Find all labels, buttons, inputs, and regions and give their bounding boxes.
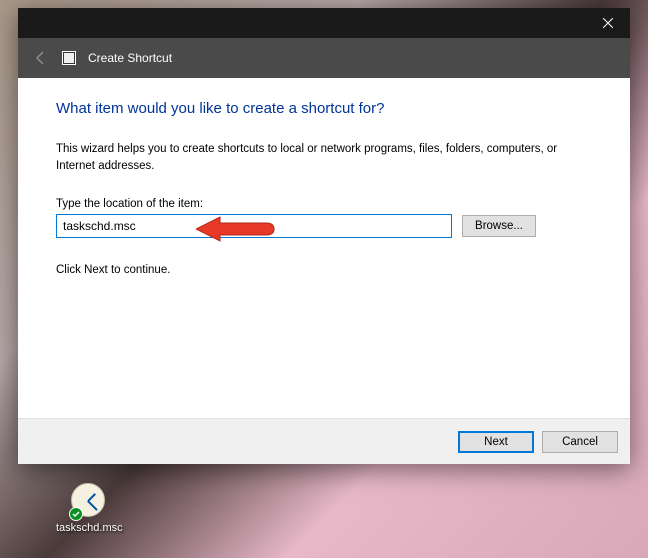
dialog-title: Create Shortcut — [88, 51, 172, 65]
next-button[interactable]: Next — [458, 431, 534, 453]
shortcut-icon — [62, 51, 76, 65]
desktop-shortcut[interactable]: taskschd.msc — [56, 483, 123, 534]
location-label: Type the location of the item: — [56, 198, 592, 210]
close-icon — [603, 18, 613, 28]
check-badge-icon — [69, 507, 83, 521]
pointer-arrow-icon — [196, 214, 276, 244]
browse-button[interactable]: Browse... — [462, 215, 536, 237]
taskscheduler-icon — [71, 483, 107, 519]
desktop-icon-label: taskschd.msc — [56, 522, 123, 534]
page-heading: What item would you like to create a sho… — [56, 100, 592, 117]
location-row: Browse... — [56, 214, 592, 238]
cancel-button[interactable]: Cancel — [542, 431, 618, 453]
back-icon[interactable] — [32, 49, 50, 67]
create-shortcut-dialog: Create Shortcut What item would you like… — [18, 8, 630, 464]
dialog-header: Create Shortcut — [18, 38, 630, 78]
titlebar — [18, 8, 630, 38]
close-button[interactable] — [585, 8, 630, 38]
dialog-content: What item would you like to create a sho… — [18, 78, 630, 418]
continue-text: Click Next to continue. — [56, 264, 592, 276]
dialog-footer: Next Cancel — [18, 418, 630, 464]
description-text: This wizard helps you to create shortcut… — [56, 141, 592, 174]
